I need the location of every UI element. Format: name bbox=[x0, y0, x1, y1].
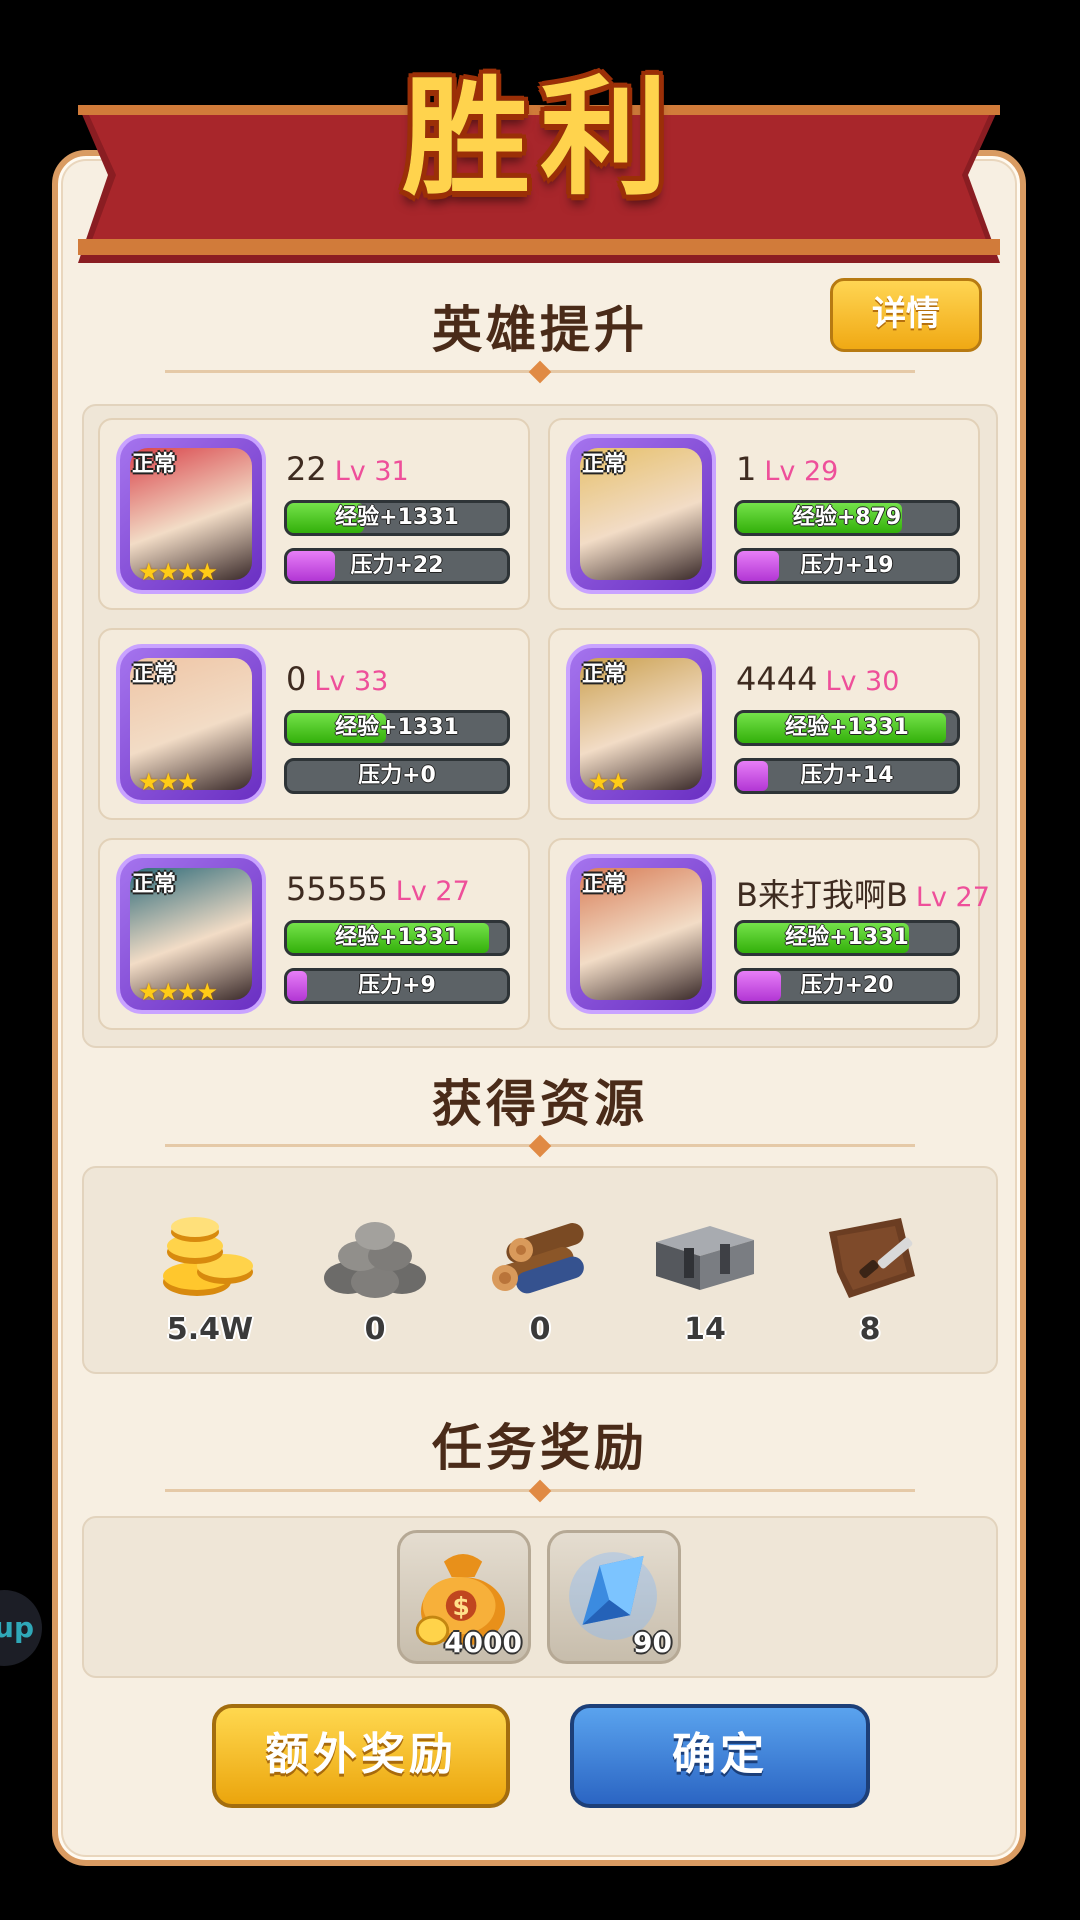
resource-value: 14 bbox=[684, 1312, 726, 1347]
hero-portrait[interactable]: 正常 ★★★★ bbox=[116, 854, 266, 1014]
reward-item-crystal[interactable]: 90 bbox=[547, 1530, 681, 1664]
hero-name: 0 bbox=[286, 660, 307, 698]
hero-name: B来打我啊B bbox=[736, 876, 908, 914]
hero-stars: ★★★★ bbox=[138, 558, 218, 586]
exp-bar: 经验+1331 bbox=[284, 500, 510, 536]
reward-count: 90 bbox=[633, 1626, 672, 1659]
reward-count: 4000 bbox=[444, 1626, 522, 1659]
mission-section-title: 任务奖励 bbox=[432, 1419, 648, 1477]
hero-name-line: 0 Lv 33 bbox=[286, 660, 388, 698]
leather-icon bbox=[815, 1212, 925, 1302]
exp-bar-text: 经验+1331 bbox=[335, 715, 459, 740]
hero-level: Lv 27 bbox=[915, 882, 990, 913]
pressure-bar: 压力+19 bbox=[734, 548, 960, 584]
exp-bar: 经验+1331 bbox=[734, 710, 960, 746]
mission-reward-box bbox=[82, 1516, 998, 1678]
gold-coins-icon bbox=[155, 1212, 265, 1302]
hero-level: Lv 29 bbox=[764, 456, 839, 487]
pressure-bar-text: 压力+14 bbox=[800, 763, 894, 788]
exp-bar: 经验+1331 bbox=[284, 920, 510, 956]
hero-name-line: 55555 Lv 27 bbox=[286, 870, 470, 908]
exp-bar: 经验+1331 bbox=[734, 920, 960, 956]
exp-bar-text: 经验+1331 bbox=[785, 715, 909, 740]
resource-section-title: 获得资源 bbox=[432, 1075, 648, 1133]
hero-level: Lv 33 bbox=[314, 666, 389, 697]
pressure-bar: 压力+0 bbox=[284, 758, 510, 794]
pressure-bar-text: 压力+9 bbox=[358, 973, 436, 998]
hero-portrait[interactable]: 正常 ★★★ bbox=[116, 644, 266, 804]
hero-name-line: 22 Lv 31 bbox=[286, 450, 409, 488]
hero-card[interactable]: 正常 ★★★★ 22 Lv 31 经验+1331 压力+22 bbox=[98, 418, 530, 610]
hero-status: 正常 bbox=[132, 662, 177, 687]
exp-bar-text: 经验+1331 bbox=[785, 925, 909, 950]
hero-portrait[interactable]: 正常 ★★ bbox=[566, 644, 716, 804]
resource-item-gold: 5.4W bbox=[150, 1212, 270, 1347]
hero-card[interactable]: 正常 ★★★ 0 Lv 33 经验+1331 压力+0 bbox=[98, 628, 530, 820]
pressure-bar: 压力+14 bbox=[734, 758, 960, 794]
wood-logs-icon bbox=[485, 1212, 595, 1302]
pressure-bar: 压力+20 bbox=[734, 968, 960, 1004]
hero-card[interactable]: 正常 B来打我啊B Lv 27 经验+1331 压力+20 bbox=[548, 838, 990, 1030]
hero-level: Lv 30 bbox=[825, 666, 900, 697]
exp-bar-text: 经验+879 bbox=[792, 505, 902, 530]
pressure-bar: 压力+9 bbox=[284, 968, 510, 1004]
exp-bar-text: 经验+1331 bbox=[335, 925, 459, 950]
hero-name: 22 bbox=[286, 450, 327, 488]
victory-title: 胜利 bbox=[401, 63, 678, 213]
hero-status: 正常 bbox=[132, 452, 177, 477]
hero-portrait[interactable]: 正常 bbox=[566, 854, 716, 1014]
resource-value: 0 bbox=[364, 1312, 386, 1347]
extra-reward-button[interactable]: 额外奖励 bbox=[212, 1704, 510, 1808]
iron-ingot-icon bbox=[650, 1212, 760, 1302]
resource-item-iron: 14 bbox=[645, 1212, 765, 1347]
reward-item-money-bag[interactable]: $ 4000 bbox=[397, 1530, 531, 1664]
hero-card[interactable]: 正常 ★★★★ 55555 Lv 27 经验+1331 压力+9 bbox=[98, 838, 530, 1030]
hero-name: 1 bbox=[736, 450, 757, 488]
exp-bar: 经验+1331 bbox=[284, 710, 510, 746]
hero-status: 正常 bbox=[582, 872, 627, 897]
hero-status: 正常 bbox=[582, 452, 627, 477]
resource-item-wood: 0 bbox=[480, 1212, 600, 1347]
resource-value: 8 bbox=[859, 1312, 881, 1347]
pressure-bar: 压力+22 bbox=[284, 548, 510, 584]
pressure-bar-text: 压力+22 bbox=[350, 553, 444, 578]
hero-level: Lv 27 bbox=[395, 876, 470, 907]
svg-text:$: $ bbox=[452, 1592, 469, 1621]
details-button[interactable]: 详情 bbox=[830, 278, 982, 352]
pressure-bar-text: 压力+20 bbox=[800, 973, 894, 998]
resource-item-stone: 0 bbox=[315, 1212, 435, 1347]
hero-card[interactable]: 正常 ★★ 4444 Lv 30 经验+1331 压力+14 bbox=[548, 628, 980, 820]
hero-name: 4444 bbox=[736, 660, 818, 698]
hero-portrait[interactable]: 正常 bbox=[566, 434, 716, 594]
hero-portrait[interactable]: 正常 ★★★★ bbox=[116, 434, 266, 594]
resource-item-leather: 8 bbox=[810, 1212, 930, 1347]
hero-stars: ★★★★ bbox=[138, 978, 218, 1006]
hero-level: Lv 31 bbox=[334, 456, 409, 487]
hero-stars: ★★★ bbox=[138, 768, 199, 796]
resource-value: 0 bbox=[529, 1312, 551, 1347]
hero-name-line: 1 Lv 29 bbox=[736, 450, 838, 488]
floating-side-button[interactable]: up bbox=[0, 1590, 42, 1666]
hero-stars: ★★ bbox=[588, 768, 629, 796]
exp-bar: 经验+879 bbox=[734, 500, 960, 536]
pressure-bar-text: 压力+0 bbox=[358, 763, 436, 788]
pressure-bar-text: 压力+19 bbox=[800, 553, 894, 578]
hero-name: 55555 bbox=[286, 870, 388, 908]
hero-name-line: B来打我啊B Lv 27 bbox=[736, 870, 990, 916]
resource-value: 5.4W bbox=[166, 1312, 254, 1347]
stone-icon bbox=[320, 1212, 430, 1302]
hero-status: 正常 bbox=[582, 662, 627, 687]
exp-bar-text: 经验+1331 bbox=[335, 505, 459, 530]
hero-card[interactable]: 正常 1 Lv 29 经验+879 压力+19 bbox=[548, 418, 980, 610]
hero-name-line: 4444 Lv 30 bbox=[736, 660, 899, 698]
hero-status: 正常 bbox=[132, 872, 177, 897]
confirm-button[interactable]: 确定 bbox=[570, 1704, 870, 1808]
